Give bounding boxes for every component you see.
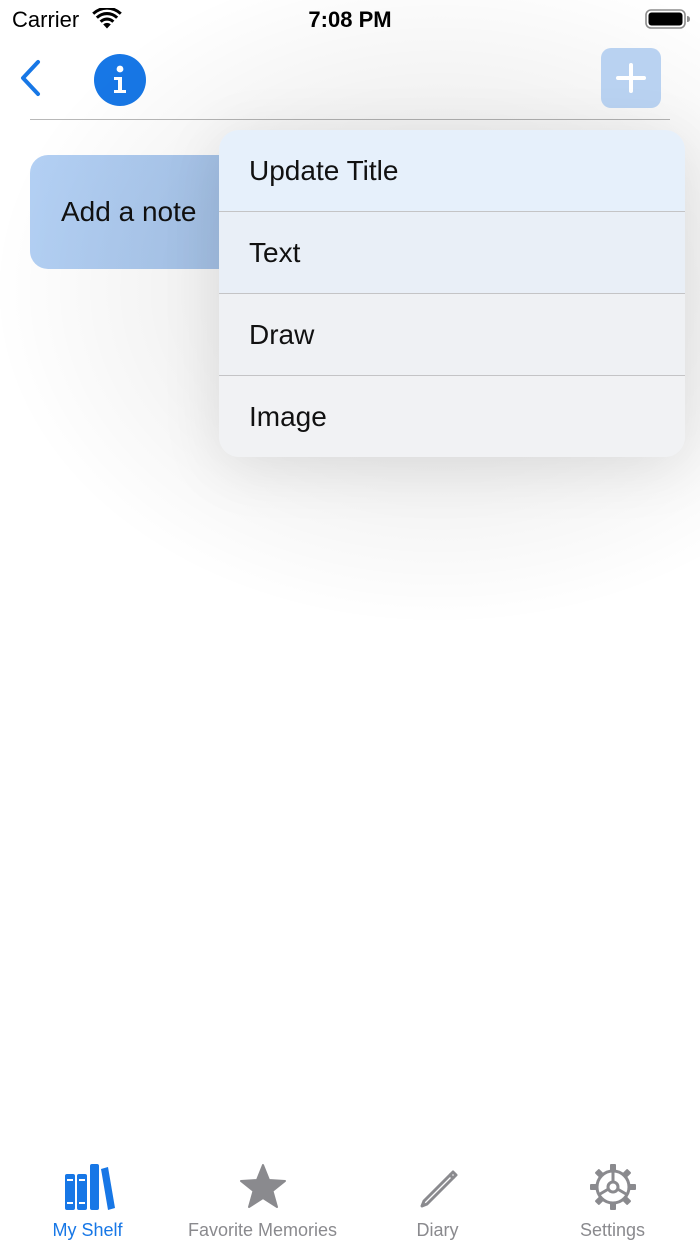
add-note-label: Add a note (61, 196, 197, 227)
menu-item-text[interactable]: Text (219, 212, 685, 294)
tab-my-shelf[interactable]: My Shelf (0, 1150, 175, 1244)
plus-icon (616, 63, 646, 93)
info-icon (114, 65, 126, 93)
tab-favorite-memories[interactable]: Favorite Memories (175, 1150, 350, 1244)
nav-divider (30, 119, 670, 120)
back-button[interactable] (10, 56, 50, 100)
tab-label-settings: Settings (579, 1220, 646, 1240)
tab-label-diary: Diary (416, 1220, 459, 1240)
info-button[interactable] (94, 54, 146, 106)
clock-time: 7:08 PM (308, 7, 392, 32)
gear-icon (585, 1162, 641, 1212)
add-content-menu: Update Title Text Draw Image (219, 130, 685, 457)
add-button[interactable] (601, 48, 661, 108)
status-bar: Carrier 7:08 PM (0, 0, 700, 40)
tab-diary[interactable]: Diary (350, 1150, 525, 1244)
tab-label-my-shelf: My Shelf (52, 1220, 123, 1240)
books-icon (60, 1162, 116, 1212)
pencil-icon (410, 1162, 466, 1212)
menu-item-update-title[interactable]: Update Title (219, 130, 685, 212)
star-icon (235, 1162, 291, 1212)
menu-item-image[interactable]: Image (219, 376, 685, 457)
chevron-left-icon (21, 60, 40, 96)
menu-item-draw[interactable]: Draw (219, 294, 685, 376)
battery-icon (645, 9, 690, 29)
tab-settings[interactable]: Settings (525, 1150, 700, 1244)
tab-label-favorite-memories: Favorite Memories (187, 1220, 338, 1240)
nav-bar (0, 40, 700, 120)
tab-bar: My Shelf Favorite Memories Diary Setting… (0, 1150, 700, 1244)
